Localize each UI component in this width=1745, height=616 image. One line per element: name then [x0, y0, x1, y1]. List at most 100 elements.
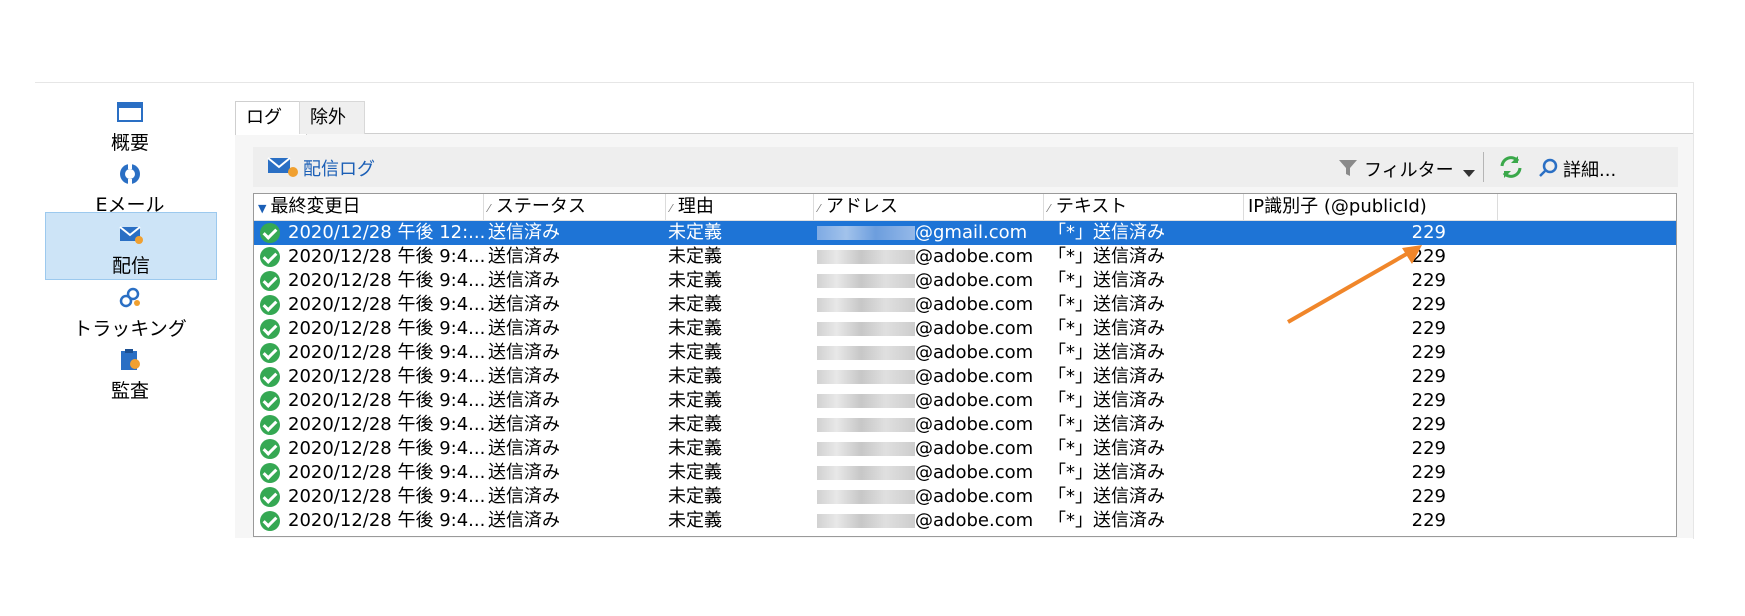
table-row[interactable]: 2020/12/28 午後 9:4... 送信済み 未定義 @adobe.com 「*」…	[254, 293, 1676, 317]
cell-ip-identifier: 229	[1411, 510, 1446, 531]
cell-reason: 未定義	[668, 318, 722, 339]
delivery-log-title: 配信ログ	[303, 159, 375, 180]
table-row[interactable]: 2020/12/28 午後 9:4... 送信済み 未定義 @adobe.com 「*」…	[254, 317, 1676, 341]
redacted-address	[817, 514, 915, 528]
cell-last-modified: 2020/12/28 午後 9:4...	[254, 485, 484, 509]
column-header-ip-identifier[interactable]: IP識別子 (@publicId)	[1244, 194, 1498, 220]
table-row[interactable]: 2020/12/28 午後 9:4... 送信済み 未定義 @adobe.com 「*」…	[254, 485, 1676, 509]
table-row[interactable]: 2020/12/28 午後 9:4... 送信済み 未定義 @adobe.com 「*」…	[254, 413, 1676, 437]
toolbar: 配信ログ フィルター 詳細...	[253, 147, 1678, 187]
sidebar-item-label: 監査	[110, 380, 149, 402]
success-check-icon	[260, 319, 280, 339]
success-check-icon	[260, 439, 280, 459]
success-check-icon	[260, 343, 280, 363]
cell-text: 「*」送信済み	[1048, 438, 1165, 459]
sidebar-item-label: 配信	[111, 255, 150, 277]
chevron-down-icon[interactable]	[1463, 163, 1475, 182]
cell-last-modified: 2020/12/28 午後 12:...	[254, 221, 484, 245]
cell-text: 「*」送信済み	[1048, 366, 1165, 387]
sidebar-item-overview[interactable]: 概要	[45, 90, 215, 156]
delivery-log-icon	[267, 155, 299, 183]
cell-reason: 未定義	[668, 486, 722, 507]
tab-exclusions[interactable]: 除外	[299, 101, 365, 134]
table-row[interactable]: 2020/12/28 午後 9:4... 送信済み 未定義 @adobe.com 「*」…	[254, 389, 1676, 413]
refresh-icon[interactable]	[1498, 155, 1524, 183]
column-header-text[interactable]: ⁄ テキスト	[1044, 194, 1244, 220]
cell-reason: 未定義	[668, 510, 722, 531]
table-row[interactable]: 2020/12/28 午後 9:4... 送信済み 未定義 @adobe.com 「*」…	[254, 341, 1676, 365]
column-header-status[interactable]: ⁄ ステータス	[484, 194, 666, 220]
window-icon	[116, 100, 144, 124]
cell-reason: 未定義	[668, 270, 722, 291]
cell-last-modified: 2020/12/28 午後 9:4...	[254, 245, 484, 269]
cell-last-modified: 2020/12/28 午後 9:4...	[254, 317, 484, 341]
sidebar-item-audit[interactable]: 監査	[45, 338, 215, 404]
cell-reason: 未定義	[668, 222, 722, 243]
filter-button[interactable]: フィルター	[1364, 156, 1454, 182]
cell-address: @adobe.com	[817, 269, 1045, 293]
success-check-icon	[260, 247, 280, 267]
sidebar-item-label: トラッキング	[73, 318, 187, 340]
cell-reason: 未定義	[668, 366, 722, 387]
annotation-arrow	[1287, 245, 1422, 324]
table-row[interactable]: 2020/12/28 午後 9:4... 送信済み 未定義 @adobe.com 「*」…	[254, 269, 1676, 293]
redacted-address	[817, 394, 915, 408]
redacted-address	[817, 250, 915, 264]
cell-address: @adobe.com	[817, 485, 1045, 509]
delivery-mail-icon	[117, 223, 145, 247]
redacted-address	[817, 442, 915, 456]
cell-ip-identifier: 229	[1411, 462, 1446, 483]
success-check-icon	[260, 415, 280, 435]
cell-address: @adobe.com	[817, 461, 1045, 485]
cell-last-modified: 2020/12/28 午後 9:4...	[254, 389, 484, 413]
cell-last-modified: 2020/12/28 午後 9:4...	[254, 341, 484, 365]
cell-reason: 未定義	[668, 438, 722, 459]
cell-status: 送信済み	[488, 510, 560, 531]
tab-log[interactable]: ログ	[235, 101, 307, 135]
cell-text: 「*」送信済み	[1048, 270, 1165, 291]
sidebar-item-label: 概要	[110, 132, 149, 154]
cell-status: 送信済み	[488, 222, 560, 243]
redacted-address	[817, 322, 915, 336]
success-check-icon	[260, 463, 280, 483]
cell-address: @adobe.com	[817, 245, 1045, 269]
cell-reason: 未定義	[668, 246, 722, 267]
table-row[interactable]: 2020/12/28 午後 9:4... 送信済み 未定義 @adobe.com 「*」…	[254, 437, 1676, 461]
details-button[interactable]: 詳細...	[1563, 156, 1616, 182]
cell-status: 送信済み	[488, 414, 560, 435]
cell-status: 送信済み	[488, 294, 560, 315]
table-row[interactable]: 2020/12/28 午後 9:4... 送信済み 未定義 @adobe.com 「*」…	[254, 245, 1676, 269]
tracking-link-icon	[116, 286, 144, 310]
filter-icon[interactable]	[1338, 158, 1358, 182]
column-header-last-modified[interactable]: ▼ 最終変更日	[254, 194, 484, 220]
search-icon[interactable]	[1538, 157, 1560, 183]
cell-status: 送信済み	[488, 270, 560, 291]
success-check-icon	[260, 511, 280, 531]
sidebar-item-delivery[interactable]: 配信	[45, 212, 217, 280]
success-check-icon	[260, 223, 280, 243]
table-row[interactable]: 2020/12/28 午後 9:4... 送信済み 未定義 @adobe.com 「*」…	[254, 461, 1676, 485]
success-check-icon	[260, 295, 280, 315]
column-header-reason[interactable]: ⁄ 理由	[666, 194, 814, 220]
sort-descending-icon: ▼	[258, 202, 267, 215]
cell-status: 送信済み	[488, 246, 560, 267]
cell-status: 送信済み	[488, 318, 560, 339]
column-header-address[interactable]: ⁄ アドレス	[814, 194, 1044, 220]
cell-reason: 未定義	[668, 294, 722, 315]
table-row[interactable]: 2020/12/28 午後 9:4... 送信済み 未定義 @adobe.com 「*」…	[254, 365, 1676, 389]
table-row[interactable]: 2020/12/28 午後 9:4... 送信済み 未定義 @adobe.com 「*」…	[254, 509, 1676, 533]
cell-ip-identifier: 229	[1411, 486, 1446, 507]
cell-ip-identifier: 229	[1411, 366, 1446, 387]
cell-reason: 未定義	[668, 414, 722, 435]
sidebar-item-tracking[interactable]: トラッキング	[45, 276, 215, 342]
cell-address: @adobe.com	[817, 413, 1045, 437]
redacted-address	[817, 226, 915, 240]
sidebar-item-email[interactable]: Eメール	[45, 152, 215, 218]
cell-text: 「*」送信済み	[1048, 510, 1165, 531]
redacted-address	[817, 418, 915, 432]
cell-status: 送信済み	[488, 438, 560, 459]
redacted-address	[817, 274, 915, 288]
table-row[interactable]: 2020/12/28 午後 12:... 送信済み 未定義 @gmail.com 「*」…	[254, 221, 1676, 245]
cell-last-modified: 2020/12/28 午後 9:4...	[254, 293, 484, 317]
redacted-address	[817, 298, 915, 312]
